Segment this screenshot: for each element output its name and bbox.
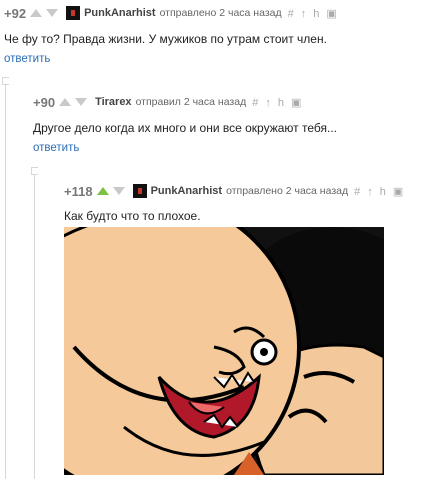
upvote-icon[interactable] [59, 98, 72, 106]
downvote-icon[interactable] [46, 9, 59, 17]
comment-time: отправлено 2 часа назад [226, 185, 349, 197]
comment-2-header: +90 Tirarex отправил 2 часа назад # ↑ h ▣ [33, 93, 308, 111]
thread-line[interactable] [34, 174, 43, 479]
author-name[interactable]: PunkAnarhist [151, 185, 223, 197]
save-icon[interactable]: ▣ [326, 8, 338, 20]
branch-icon[interactable]: h [380, 186, 388, 198]
avatar[interactable] [66, 6, 81, 20]
permalink-icon[interactable]: # [354, 186, 362, 198]
branch-icon[interactable]: h [313, 8, 321, 20]
comment-rating: +118 [64, 183, 93, 199]
comment-rating: +92 [4, 5, 27, 21]
avatar[interactable] [132, 184, 147, 198]
branch-icon[interactable]: h [278, 97, 286, 109]
comment-text: Другое дело когда их много и они все окр… [33, 121, 337, 135]
parent-icon[interactable]: ↑ [301, 8, 309, 20]
comment-1-header: +92 PunkAnarhist отправлено 2 часа назад… [4, 4, 344, 22]
comment-tools: # ↑ h ▣ [288, 7, 344, 20]
reply-link[interactable]: ответить [33, 142, 79, 154]
author-name[interactable]: PunkAnarhist [84, 7, 156, 19]
reply-link[interactable]: ответить [4, 53, 50, 65]
downvote-icon[interactable] [75, 98, 88, 106]
upvote-icon[interactable] [96, 187, 109, 195]
comic-drawing [64, 227, 384, 475]
permalink-icon[interactable]: # [252, 97, 260, 109]
author-name[interactable]: Tirarex [95, 96, 132, 108]
comment-time: отправил 2 часа назад [135, 96, 247, 108]
comment-text: Че фу то? Правда жизни. У мужиков по утр… [4, 32, 327, 46]
permalink-icon[interactable]: # [288, 8, 296, 20]
comment-tools: # ↑ h ▣ [252, 96, 308, 109]
comment-3-header: +118 PunkAnarhist отправлено 2 часа наза… [64, 182, 410, 200]
upvote-icon[interactable] [30, 9, 43, 17]
thread-line[interactable] [5, 84, 14, 479]
comment-time: отправлено 2 часа назад [159, 7, 282, 19]
downvote-icon[interactable] [112, 187, 125, 195]
parent-icon[interactable]: ↑ [367, 186, 375, 198]
comment-image[interactable] [64, 227, 384, 475]
comment-rating: +90 [33, 94, 56, 110]
comment-tools: # ↑ h ▣ [354, 185, 410, 198]
save-icon[interactable]: ▣ [291, 97, 303, 109]
comment-text: Как будто что то плохое. [64, 209, 201, 223]
parent-icon[interactable]: ↑ [265, 97, 273, 109]
save-icon[interactable]: ▣ [393, 186, 405, 198]
